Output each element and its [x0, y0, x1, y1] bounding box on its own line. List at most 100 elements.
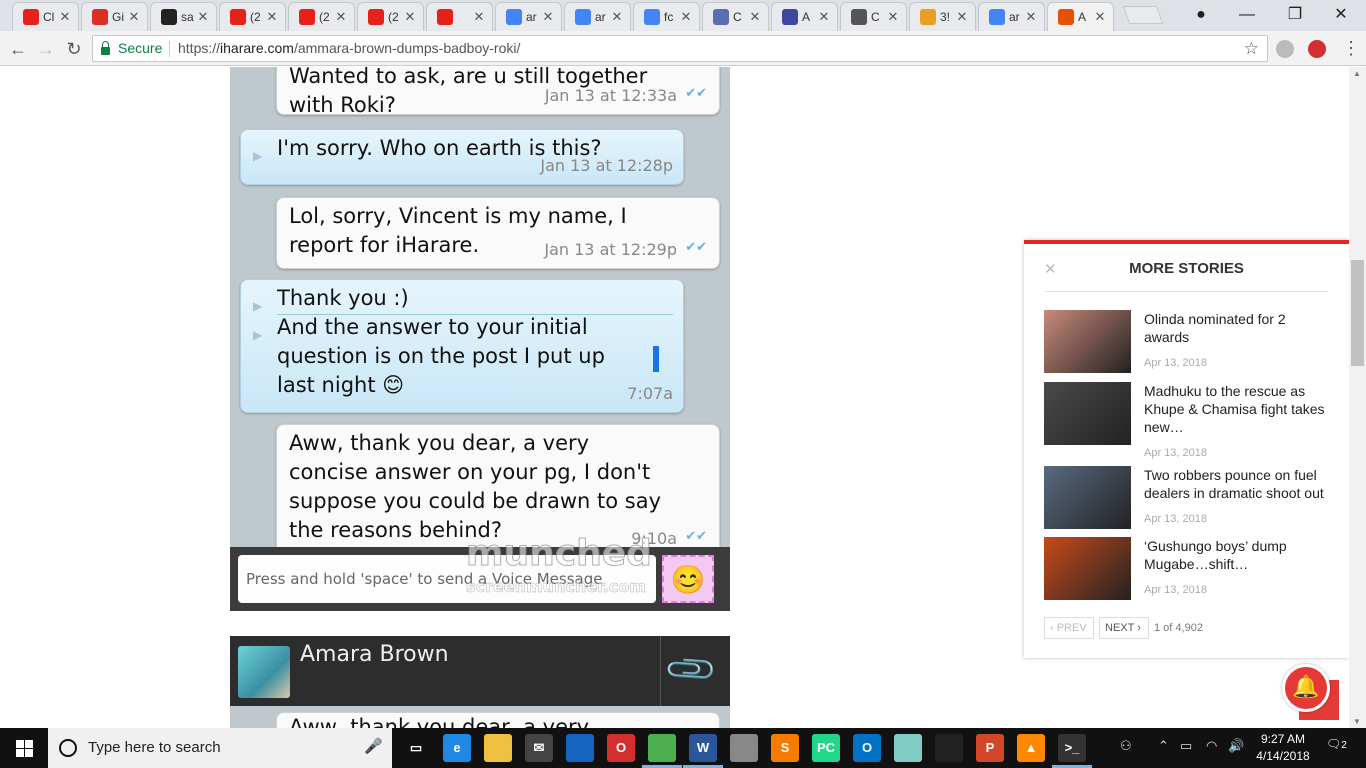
- new-tab-button[interactable]: [1122, 6, 1164, 24]
- microphone-icon[interactable]: 🎤: [364, 737, 383, 755]
- tab-close-icon[interactable]: ✕: [748, 9, 762, 25]
- story-title-link[interactable]: Olinda nominated for 2 awards: [1144, 310, 1334, 346]
- browser-tab[interactable]: Cl ✕: [12, 2, 79, 31]
- tab-close-icon[interactable]: ✕: [541, 9, 555, 25]
- tab-close-icon[interactable]: ✕: [610, 9, 624, 25]
- paint-icon[interactable]: [730, 734, 758, 762]
- tab-close-icon[interactable]: ✕: [196, 9, 210, 25]
- browser-tab[interactable]: (2 ✕: [357, 2, 424, 31]
- opera-icon[interactable]: O: [607, 734, 635, 762]
- opera-extension-icon[interactable]: [1308, 40, 1326, 58]
- browser-tab[interactable]: ar ✕: [564, 2, 631, 31]
- chrome-icon[interactable]: [648, 734, 676, 762]
- task-view-icon[interactable]: ▭: [402, 734, 430, 762]
- edge-icon[interactable]: e: [443, 734, 471, 762]
- address-bar[interactable]: Secure https://iharare.com/ammara-brown-…: [92, 35, 1268, 62]
- tab-close-icon[interactable]: ✕: [334, 9, 348, 25]
- mail-icon[interactable]: ✉: [525, 734, 553, 762]
- browser-tab[interactable]: sa ✕: [150, 2, 217, 31]
- tab-close-icon[interactable]: ✕: [58, 9, 72, 25]
- windows-start-icon[interactable]: [0, 728, 48, 768]
- browser-tab[interactable]: ar ✕: [978, 2, 1045, 31]
- tab-close-icon[interactable]: ✕: [679, 9, 693, 25]
- terminal-icon[interactable]: >_: [1058, 734, 1086, 762]
- reload-icon[interactable]: ↻: [62, 37, 86, 61]
- browser-tab[interactable]: Gi ✕: [81, 2, 148, 31]
- volume-icon[interactable]: 🔊: [1228, 738, 1244, 754]
- photoshop-like-icon[interactable]: [566, 734, 594, 762]
- story-date: Apr 13, 2018: [1144, 513, 1207, 525]
- powerpoint-icon[interactable]: P: [976, 734, 1004, 762]
- scroll-down-arrow-icon[interactable]: ▼: [1353, 717, 1361, 726]
- browser-menu-icon[interactable]: ⋮: [1342, 37, 1360, 61]
- bookmark-star-icon[interactable]: ☆: [1244, 36, 1259, 61]
- secure-indicator[interactable]: Secure: [101, 36, 162, 61]
- browser-tab[interactable]: A ✕: [1047, 2, 1114, 31]
- scroll-up-arrow-icon[interactable]: ▲: [1353, 69, 1361, 78]
- message-timestamp: 7:07a: [627, 384, 673, 403]
- chevron-up-icon[interactable]: ⌃: [1158, 738, 1169, 754]
- browser-tab[interactable]: ar ✕: [495, 2, 562, 31]
- browser-tab[interactable]: A ✕: [771, 2, 838, 31]
- close-window-button[interactable]: ✕: [1318, 0, 1364, 30]
- tab-close-icon[interactable]: ✕: [817, 9, 831, 25]
- story-title-link[interactable]: Two robbers pounce on fuel dealers in dr…: [1144, 466, 1334, 502]
- pycharm-icon[interactable]: PC: [812, 734, 840, 762]
- back-arrow-icon[interactable]: ←: [6, 37, 30, 61]
- tab-close-icon[interactable]: ✕: [1093, 9, 1107, 25]
- taskbar-search[interactable]: Type here to search 🎤: [48, 728, 392, 768]
- tab-label: C: [871, 10, 880, 24]
- restore-button[interactable]: ❐: [1272, 0, 1318, 30]
- tab-close-icon[interactable]: ✕: [403, 9, 417, 25]
- message-text: with Roki?: [289, 93, 396, 117]
- browser-tab[interactable]: C ✕: [840, 2, 907, 31]
- people-icon[interactable]: ⚇: [1120, 738, 1132, 754]
- word-icon[interactable]: W: [689, 734, 717, 762]
- tab-strip: Cl ✕ Gi ✕ sa ✕ (2 ✕ (2 ✕ (2 ✕ ✕ ar ✕ ar ✕ fc ✕ C ✕ A ✕ C ✕ 3! ✕ ar ✕…: [0, 0, 1366, 31]
- battery-icon[interactable]: ▭: [1180, 738, 1192, 754]
- tab-close-icon[interactable]: ✕: [955, 9, 969, 25]
- story-title-link[interactable]: Madhuku to the rescue as Khupe & Chamisa…: [1144, 382, 1334, 436]
- scroll-thumb[interactable]: [1351, 260, 1364, 366]
- forward-arrow-icon[interactable]: →: [34, 37, 58, 61]
- browser-tab[interactable]: ✕: [426, 2, 493, 31]
- action-center-icon[interactable]: 🗨2: [1326, 737, 1348, 759]
- photos-icon[interactable]: [935, 734, 963, 762]
- tab-label: Gi: [112, 10, 124, 24]
- story-thumbnail[interactable]: [1044, 382, 1131, 445]
- prev-button[interactable]: ‹ PREV: [1044, 617, 1094, 639]
- story-thumbnail[interactable]: [1044, 466, 1131, 529]
- browser-tab[interactable]: C ✕: [702, 2, 769, 31]
- tab-close-icon[interactable]: ✕: [127, 9, 141, 25]
- outlook-icon[interactable]: O: [853, 734, 881, 762]
- minimize-button[interactable]: —: [1224, 0, 1270, 30]
- notification-bell-icon[interactable]: 🔔: [1282, 664, 1330, 712]
- browser-tab[interactable]: fc ✕: [633, 2, 700, 31]
- next-button[interactable]: NEXT ›: [1099, 617, 1149, 639]
- clock[interactable]: 9:27 AM 4/14/2018: [1252, 731, 1314, 765]
- sublime-icon[interactable]: S: [771, 734, 799, 762]
- story-thumbnail[interactable]: [1044, 537, 1131, 600]
- tab-close-icon[interactable]: ✕: [1024, 9, 1038, 25]
- youtube-icon: [230, 9, 246, 25]
- browser-tab[interactable]: (2 ✕: [288, 2, 355, 31]
- avatar: [238, 646, 290, 698]
- notepad-icon[interactable]: [894, 734, 922, 762]
- browser-tab[interactable]: 3! ✕: [909, 2, 976, 31]
- profile-icon[interactable]: ●: [1178, 0, 1224, 30]
- page-scrollbar[interactable]: ▲ ▼: [1349, 67, 1366, 728]
- tab-close-icon[interactable]: ✕: [886, 9, 900, 25]
- story-thumbnail[interactable]: [1044, 310, 1131, 373]
- browser-tab[interactable]: (2 ✕: [219, 2, 286, 31]
- tab-close-icon[interactable]: ✕: [472, 9, 486, 25]
- url-separator: [169, 41, 170, 57]
- incoming-message: Thank you :) ▶ And the answer to your init…: [240, 279, 684, 413]
- story-title-link[interactable]: ‘Gushungo boys’ dump Mugabe…shift…: [1144, 537, 1334, 573]
- tab-close-icon[interactable]: ✕: [265, 9, 279, 25]
- wifi-icon[interactable]: ◠: [1206, 738, 1217, 754]
- extension-icon[interactable]: [1276, 40, 1294, 58]
- vlc-icon[interactable]: ▲: [1017, 734, 1045, 762]
- file-explorer-icon[interactable]: [484, 734, 512, 762]
- url-text[interactable]: https://iharare.com/ammara-brown-dumps-b…: [178, 36, 520, 61]
- tab-label: (2: [319, 10, 330, 24]
